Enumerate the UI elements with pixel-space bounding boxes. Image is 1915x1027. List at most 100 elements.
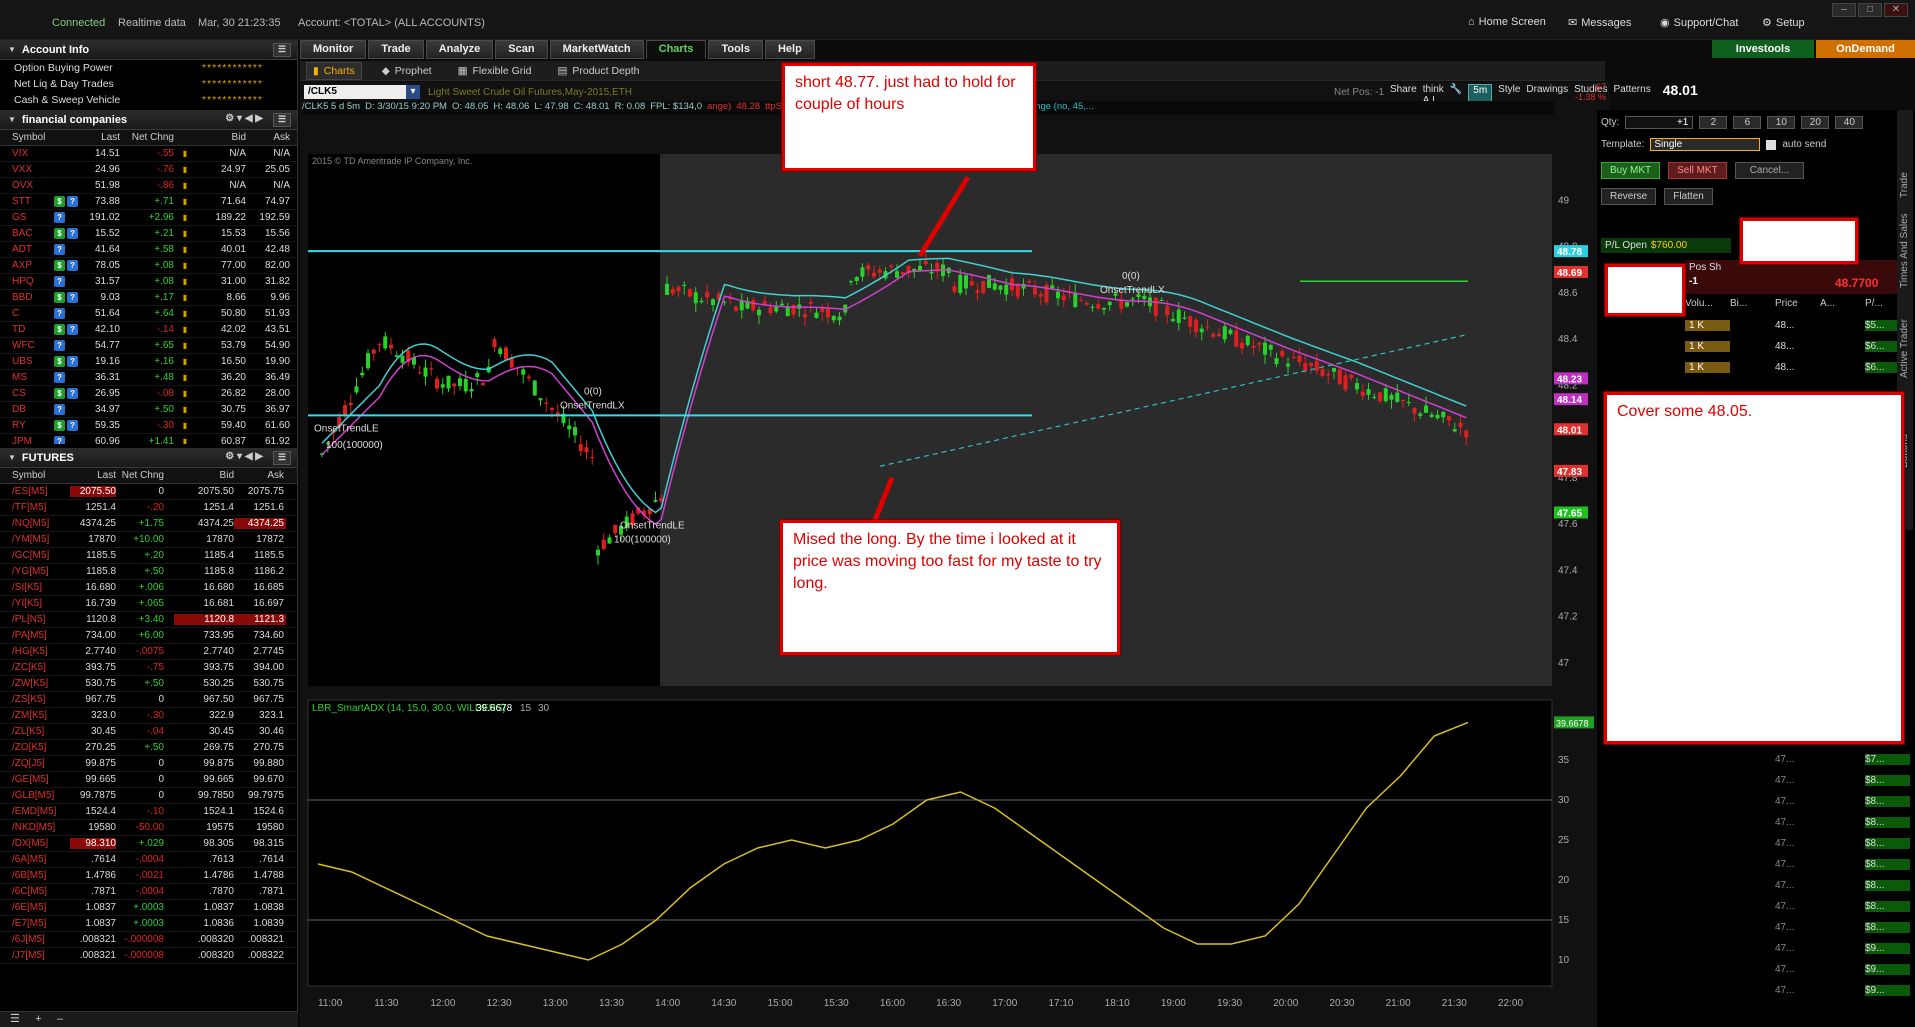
futures-row[interactable]: /TF[M5] 1251.4 -.20 1251.4 1251.6	[0, 500, 297, 516]
symbol-cell[interactable]: /GE[M5]	[0, 774, 70, 785]
bid-cell[interactable]: 322.9	[174, 710, 234, 721]
futures-tools-icon[interactable]: ⚙ ▾ ◀ ▶	[225, 451, 263, 462]
watchlist-row[interactable]: GS? 191.02 +2.96 ▮ 189.22 192.59	[0, 210, 297, 226]
ask-cell[interactable]: 31.82	[246, 276, 292, 287]
ask-cell[interactable]: 1121.3	[234, 614, 286, 625]
alert-icon[interactable]: ?	[54, 436, 65, 444]
symbol-cell[interactable]: UBS	[0, 356, 54, 367]
col-bid[interactable]: Bid	[174, 470, 234, 481]
symbol-cell[interactable]: /DX[M5]	[0, 838, 70, 849]
dollar-icon[interactable]: $	[54, 324, 65, 335]
bid-cell[interactable]: 40.01	[196, 244, 246, 255]
bid-cell[interactable]: 1524.1	[174, 806, 234, 817]
close-button[interactable]: ✕	[1884, 3, 1908, 17]
futures-header[interactable]: ▼ FUTURES ⚙ ▾ ◀ ▶ ☰	[0, 448, 297, 468]
symbol-cell[interactable]: /ZS[K5]	[0, 694, 70, 705]
futures-row[interactable]: /ZM[K5] 323.0 -.30 322.9 323.1	[0, 708, 297, 724]
symbol-cell[interactable]: /SI[K5]	[0, 582, 70, 593]
dollar-icon[interactable]: $	[54, 356, 65, 367]
watchlist-row[interactable]: STT $? 73.88 +.71 ▮ 71.64 74.97	[0, 194, 297, 210]
subtab-prophet[interactable]: ◆ Prophet	[376, 63, 438, 79]
bid-cell[interactable]: 967.50	[174, 694, 234, 705]
symbol-cell[interactable]: BBD	[0, 292, 54, 303]
alert-icon[interactable]: ?	[67, 260, 78, 271]
bid-cell[interactable]: 1.0836	[174, 918, 234, 929]
watchlist-row[interactable]: OVX 51.98 -.86 ▮ N/A N/A	[0, 178, 297, 194]
bid-cell[interactable]: .7870	[174, 886, 234, 897]
bid-cell[interactable]: 71.64	[196, 196, 246, 207]
symbol-cell[interactable]: /ZL[K5]	[0, 726, 70, 737]
account-info-header[interactable]: ▼ Account Info ☰	[0, 40, 297, 60]
ask-cell[interactable]: 1186.2	[234, 566, 286, 577]
symbol-cell[interactable]: /HG[K5]	[0, 646, 70, 657]
ladder-row[interactable]: 47... $9...	[1685, 960, 1911, 979]
watchlist-row[interactable]: VXX 24.96 -.76 ▮ 24.97 25.05	[0, 162, 297, 178]
ask-cell[interactable]: 16.685	[234, 582, 286, 593]
ask-cell[interactable]: 394.00	[234, 662, 286, 673]
alert-icon[interactable]: ?	[67, 420, 78, 431]
symbol-cell[interactable]: /ZQ[J5]	[0, 758, 70, 769]
sell-mkt-button[interactable]: Sell MKT	[1668, 162, 1727, 179]
symbol-cell[interactable]: /ZC[K5]	[0, 662, 70, 673]
tab-tools[interactable]: Tools	[708, 40, 763, 59]
symbol-cell[interactable]: WFC	[0, 340, 54, 351]
ask-cell[interactable]: 99.7975	[234, 790, 286, 801]
ladder-row[interactable]: 47... $8...	[1685, 792, 1911, 811]
bid-cell[interactable]: 99.875	[174, 758, 234, 769]
maximize-button[interactable]: □	[1858, 3, 1882, 17]
bid-cell[interactable]: 60.87	[196, 436, 246, 444]
futures-row[interactable]: /NQ[M5] 4374.25 +1.75 4374.25 4374.25	[0, 516, 297, 532]
bid-cell[interactable]: 15.53	[196, 228, 246, 239]
ask-cell[interactable]: 61.92	[246, 436, 292, 444]
futures-row[interactable]: /6C[M5] .7871 -.0004.7870.7871	[0, 884, 297, 900]
ask-cell[interactable]: 82.00	[246, 260, 292, 271]
qty-preset-button[interactable]: 40	[1835, 116, 1864, 129]
symbol-cell[interactable]: TD	[0, 324, 54, 335]
ladder-row[interactable]: 47... $8...	[1685, 855, 1911, 874]
ask-cell[interactable]: 734.60	[234, 630, 286, 641]
ask-cell[interactable]: 323.1	[234, 710, 286, 721]
ask-cell[interactable]: 17872	[234, 534, 286, 545]
futures-row[interactable]: /PL[N5] 1120.8 +3.40 1120.8 1121.3	[0, 612, 297, 628]
collapse-icon[interactable]: ▼	[8, 453, 16, 462]
qty-preset-button[interactable]: 10	[1767, 116, 1796, 129]
bid-cell[interactable]: N/A	[196, 148, 246, 159]
dollar-icon[interactable]: $	[54, 420, 65, 431]
symbol-cell[interactable]: /J7[M5]	[0, 950, 70, 961]
symbol-cell[interactable]: BAC	[0, 228, 54, 239]
qty-preset-button[interactable]: 20	[1801, 116, 1830, 129]
futures-row[interactable]: /NKD[M5] 19580 -50.00 19575 19580	[0, 820, 297, 836]
watchlist-row[interactable]: BAC $? 15.52 +.21 ▮ 15.53 15.56	[0, 226, 297, 242]
alert-icon[interactable]: ?	[67, 324, 78, 335]
patterns-button[interactable]: Patterns	[1613, 84, 1650, 106]
qty-input[interactable]: +1	[1625, 116, 1694, 129]
bid-cell[interactable]: 1185.4	[174, 550, 234, 561]
ask-cell[interactable]: .008321	[234, 934, 286, 945]
watchlist-row[interactable]: DB? 34.97 +.50 ▮ 30.75 36.97	[0, 402, 297, 418]
bid-cell[interactable]: 269.75	[174, 742, 234, 753]
col-ask[interactable]: Ask	[246, 132, 292, 143]
symbol-cell[interactable]: /PA[M5]	[0, 630, 70, 641]
ask-cell[interactable]: 42.48	[246, 244, 292, 255]
watchlist-row[interactable]: WFC? 54.77 +.65 ▮ 53.79 54.90	[0, 338, 297, 354]
col-netchng[interactable]: Net Chng	[116, 470, 164, 481]
ask-cell[interactable]: 16.697	[234, 598, 286, 609]
symbol-cell[interactable]: VIX	[0, 148, 54, 159]
ask-cell[interactable]: 2075.75	[234, 486, 286, 497]
col-last[interactable]: Last	[84, 132, 120, 143]
ladder-row[interactable]: 1 K 48... $6...	[1685, 337, 1911, 356]
watchlist-row[interactable]: ADT? 41.64 +.58 ▮ 40.01 42.48	[0, 242, 297, 258]
dollar-icon[interactable]: $	[54, 388, 65, 399]
col-symbol[interactable]: Symbol	[0, 470, 70, 481]
symbol-cell[interactable]: /YG[M5]	[0, 566, 70, 577]
ask-cell[interactable]: 9.96	[246, 292, 292, 303]
ask-cell[interactable]: 1.4788	[234, 870, 286, 881]
symbol-cell[interactable]: VXX	[0, 164, 54, 175]
bid-cell[interactable]: 2075.50	[174, 486, 234, 497]
ladder-row[interactable]: 47... $8...	[1685, 771, 1911, 790]
watchlist-row[interactable]: JPM? 60.96 +1.41 ▮ 60.87 61.92	[0, 434, 297, 444]
symbol-cell[interactable]: /6B[M5]	[0, 870, 70, 881]
qty-preset-button[interactable]: 2	[1699, 116, 1728, 129]
futures-row[interactable]: /E7[M5] 1.0837 +.0003 1.0836 1.0839	[0, 916, 297, 932]
watchlist-row[interactable]: CS $? 26.95 -.08 ▮ 26.82 28.00	[0, 386, 297, 402]
